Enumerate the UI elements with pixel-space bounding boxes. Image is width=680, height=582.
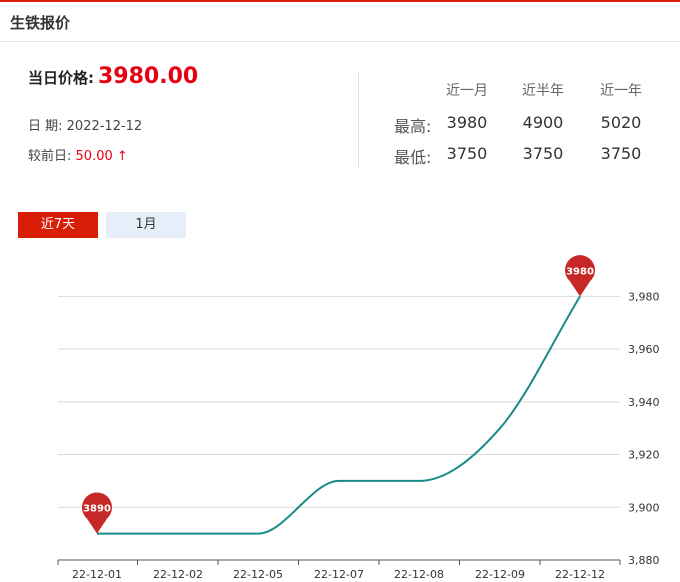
x-tick-label: 22-12-12 <box>555 568 605 581</box>
x-tick-label: 22-12-01 <box>72 568 122 581</box>
x-tick-label: 22-12-09 <box>475 568 525 581</box>
y-tick-label: 3,920 <box>628 449 660 462</box>
x-tick-label: 22-12-07 <box>314 568 364 581</box>
x-tick-label: 22-12-08 <box>394 568 444 581</box>
x-tick-label: 22-12-05 <box>233 568 283 581</box>
marker-label: 3980 <box>566 266 594 277</box>
marker-label: 3890 <box>83 504 111 515</box>
price-line-chart: 3,880 3,900 3,920 3,940 3,960 3,980 22-12-01 22… <box>57 255 660 581</box>
y-tick-label: 3,960 <box>628 343 660 356</box>
y-tick-label: 3,980 <box>628 290 660 303</box>
price-series-line <box>97 295 581 535</box>
y-tick-label: 3,900 <box>628 501 660 514</box>
y-tick-label: 3,940 <box>628 396 660 409</box>
x-tick-label: 22-12-02 <box>153 568 203 581</box>
y-tick-label: 3,880 <box>628 554 660 567</box>
